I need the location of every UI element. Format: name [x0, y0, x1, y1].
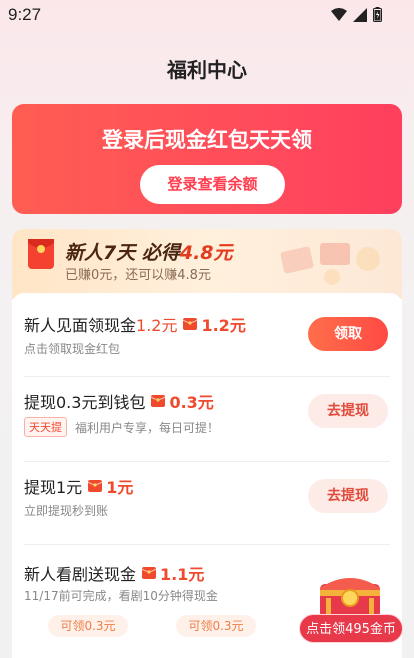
withdraw-button[interactable]: 去提现	[308, 394, 388, 428]
page-title: 福利中心	[167, 58, 247, 82]
newbie-header: 新人7天 必得4.8元 已赚0元，还可以赚4.8元	[12, 229, 402, 299]
red-envelope-icon	[142, 567, 157, 579]
progress-chips: 可领0.3元 可领0.3元	[48, 615, 256, 637]
claim-coins-button[interactable]: 点击领495金币	[299, 614, 403, 643]
task-row: 新人见面领现金 1.2元 1.2元 点击领取现金红包 领取	[12, 293, 402, 369]
newbie-title-bold: 必得	[141, 242, 180, 264]
banner-title: 登录后现金红包天天领	[102, 128, 312, 152]
claim-chip[interactable]: 可领0.3元	[48, 615, 128, 637]
task-title-text: 提现1元	[24, 478, 83, 497]
task-title: 新人见面领现金 1.2元 1.2元	[24, 312, 246, 336]
claim-chip[interactable]: 可领0.3元	[176, 615, 256, 637]
newbie-title: 新人7天 必得4.8元	[65, 238, 233, 265]
task-reward: 1.2元	[201, 316, 246, 335]
task-row: 提现1元 1元 立即提现秒到账 去提现	[12, 462, 402, 538]
daily-tag: 天天提	[24, 417, 67, 437]
red-envelope-icon	[183, 318, 198, 330]
task-title: 提现1元 1元	[24, 474, 133, 498]
newbie-title-amount: 4.8元	[179, 242, 233, 264]
task-desc: 立即提现秒到账	[24, 504, 109, 518]
task-reward: 1.1元	[160, 565, 205, 584]
task-title-amount: 1.2元	[136, 316, 178, 335]
task-reward: 0.3元	[169, 393, 214, 412]
newbie-subtitle: 已赚0元，还可以赚4.8元	[65, 268, 211, 283]
newbie-title-prefix: 新人7天	[65, 242, 142, 264]
status-icons	[331, 7, 382, 22]
task-row: 提现0.3元到钱包 0.3元 天天提 福利用户专享，每日可提！ 去提现	[12, 377, 402, 453]
claim-button[interactable]: 领取	[308, 317, 388, 351]
status-bar: 9:27	[0, 0, 414, 32]
task-title: 新人看剧送现金 1.1元	[24, 561, 204, 585]
task-desc: 点击领取现金红包	[24, 342, 121, 356]
task-title: 提现0.3元到钱包 0.3元	[24, 389, 214, 413]
task-desc-text: 福利用户专享，每日可提！	[75, 420, 220, 435]
task-title-text: 新人见面领现金	[24, 316, 137, 335]
withdraw-button[interactable]: 去提现	[308, 479, 388, 513]
signal-icon	[353, 7, 367, 22]
red-envelope-icon	[88, 480, 103, 492]
treasure-chest-icon[interactable]	[316, 568, 384, 620]
login-check-balance-button[interactable]: 登录查看余额	[140, 165, 285, 204]
battery-icon	[373, 7, 382, 22]
task-desc: 11/17前可完成，看剧10分钟得现金	[24, 589, 218, 603]
task-title-text: 提现0.3元到钱包	[24, 393, 146, 412]
red-envelopes-decoration-icon	[280, 243, 380, 285]
red-envelope-icon	[151, 395, 166, 407]
red-packet-icon	[28, 239, 54, 269]
task-desc: 天天提 福利用户专享，每日可提！	[24, 417, 219, 437]
task-reward: 1元	[106, 478, 134, 497]
wifi-icon	[331, 7, 347, 21]
login-banner: 登录后现金红包天天领 登录查看余额	[12, 104, 402, 214]
status-time: 9:27	[8, 5, 42, 24]
task-title-text: 新人看剧送现金	[24, 565, 137, 584]
